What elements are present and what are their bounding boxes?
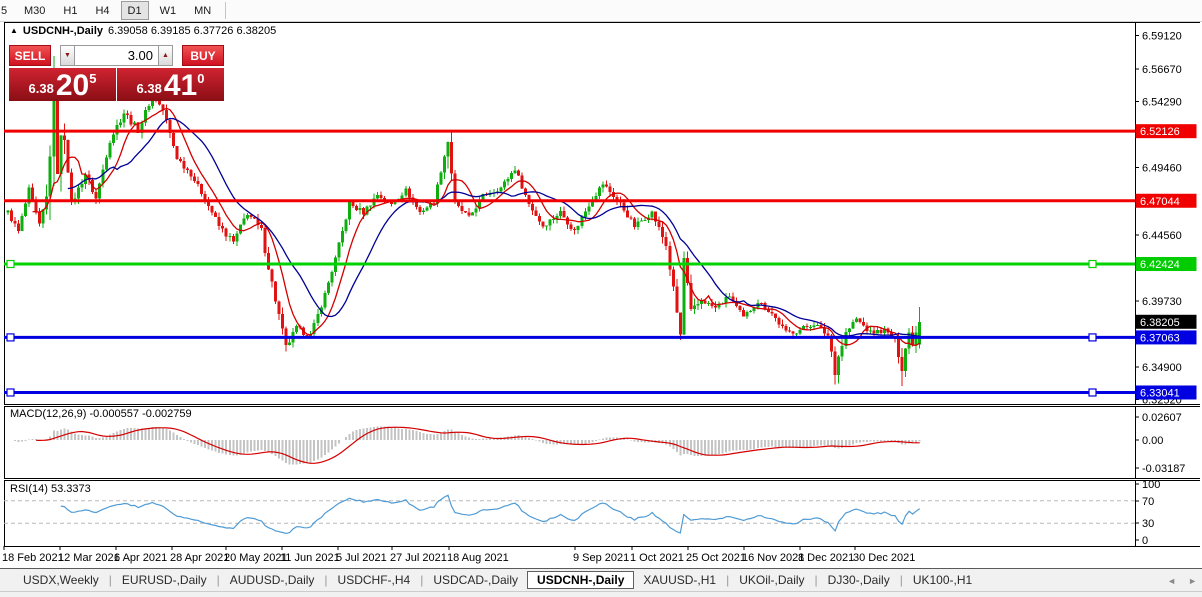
tab-eurusd-daily[interactable]: EURUSD-,Daily (113, 571, 216, 589)
svg-text:6.49460: 6.49460 (1142, 163, 1182, 175)
svg-text:-0.03187: -0.03187 (1142, 463, 1185, 475)
sell-price-pip: 5 (89, 71, 97, 86)
tab-usdx-weekly[interactable]: USDX,Weekly (14, 571, 108, 589)
collapse-panel-icon[interactable]: ▲ (10, 27, 18, 35)
tab-usdcnh-daily[interactable]: USDCNH-,Daily (527, 571, 635, 589)
buy-price-pip: 0 (197, 71, 205, 86)
svg-text:6.52126: 6.52126 (1140, 126, 1180, 138)
svg-text:5 Jul 2021: 5 Jul 2021 (336, 552, 387, 564)
svg-text:6.37063: 6.37063 (1140, 332, 1180, 344)
status-strip (0, 591, 1202, 597)
svg-text:16 Nov 2021: 16 Nov 2021 (742, 552, 804, 564)
tab-scroll-left-icon[interactable]: ◄ (1167, 576, 1176, 586)
svg-text:6.42424: 6.42424 (1140, 259, 1180, 271)
svg-text:11 Jun 2021: 11 Jun 2021 (280, 552, 340, 564)
svg-text:18 Aug 2021: 18 Aug 2021 (447, 552, 509, 564)
svg-text:20 May 2021: 20 May 2021 (224, 552, 288, 564)
macd-indicator-label: MACD(12,26,9) -0.000557 -0.002759 (10, 408, 192, 420)
svg-text:6.38205: 6.38205 (1140, 317, 1180, 329)
svg-text:30 Dec 2021: 30 Dec 2021 (853, 552, 915, 564)
svg-text:70: 70 (1142, 496, 1154, 508)
tab-scroll-controls: ◄ ► (1167, 569, 1197, 592)
one-click-trading-panel: SELL ▼ 3.00 ▲ BUY 6.38 20 5 6.38 41 0 (9, 45, 224, 101)
tab-uk100-h1[interactable]: UK100-,H1 (904, 571, 981, 589)
tab-ukoil-daily[interactable]: UKOil-,Daily (730, 571, 813, 589)
svg-text:6.56670: 6.56670 (1142, 64, 1182, 76)
svg-text:30: 30 (1142, 518, 1154, 530)
buy-price-main: 41 (163, 69, 198, 102)
chart-header: ▲ USDCNH-,Daily 6.39058 6.39185 6.37726 … (10, 25, 276, 37)
sell-price-prefix: 6.38 (28, 81, 54, 96)
svg-text:28 Apr 2021: 28 Apr 2021 (170, 552, 229, 564)
svg-text:0: 0 (1142, 535, 1148, 547)
svg-text:6.33041: 6.33041 (1140, 387, 1180, 399)
svg-text:12 Mar 2021: 12 Mar 2021 (58, 552, 120, 564)
tab-usdchf-h4[interactable]: USDCHF-,H4 (329, 571, 420, 589)
svg-text:25 Oct 2021: 25 Oct 2021 (686, 552, 746, 564)
tab-usdcad-daily[interactable]: USDCAD-,Daily (424, 571, 527, 589)
tab-audusd-daily[interactable]: AUDUSD-,Daily (221, 571, 324, 589)
chart-ohlc-values: 6.39058 6.39185 6.37726 6.38205 (108, 25, 277, 37)
sell-price-button[interactable]: 6.38 20 5 (9, 68, 116, 101)
chart-symbol-period: USDCNH-,Daily (22, 25, 103, 37)
svg-text:1 Oct 2021: 1 Oct 2021 (630, 552, 684, 564)
tab-dj30-daily[interactable]: DJ30-,Daily (819, 571, 899, 589)
svg-text:0.00: 0.00 (1142, 435, 1163, 447)
volume-input[interactable]: 3.00 (75, 45, 158, 66)
buy-button[interactable]: BUY (182, 45, 224, 66)
rsi-indicator-label: RSI(14) 53.3373 (10, 483, 91, 495)
trading-terminal-window: 5 M30 H1 H4 D1 W1 MN 6.59120 6.56670 6.54290 6.49… (0, 0, 1202, 597)
svg-text:0.02607: 0.02607 (1142, 412, 1182, 424)
svg-text:6.44560: 6.44560 (1142, 230, 1182, 242)
svg-text:100: 100 (1142, 479, 1160, 491)
svg-text:6.39730: 6.39730 (1142, 296, 1182, 308)
volume-increase-icon[interactable]: ▲ (158, 45, 173, 66)
svg-text:6.34900: 6.34900 (1142, 362, 1182, 374)
svg-text:6.59120: 6.59120 (1142, 30, 1182, 42)
svg-text:6.54290: 6.54290 (1142, 97, 1182, 109)
svg-text:18 Feb 2021: 18 Feb 2021 (2, 552, 64, 564)
svg-text:6.47044: 6.47044 (1140, 196, 1180, 208)
sell-button[interactable]: SELL (9, 45, 51, 66)
tab-xauusd-h1[interactable]: XAUUSD-,H1 (634, 571, 725, 589)
svg-text:8 Dec 2021: 8 Dec 2021 (798, 552, 854, 564)
svg-text:9 Sep 2021: 9 Sep 2021 (573, 552, 629, 564)
volume-decrease-icon[interactable]: ▼ (60, 45, 75, 66)
tab-scroll-right-icon[interactable]: ► (1188, 576, 1197, 586)
svg-text:6 Apr 2021: 6 Apr 2021 (114, 552, 167, 564)
volume-spinner: ▼ 3.00 ▲ (60, 45, 173, 66)
svg-text:27 Jul 2021: 27 Jul 2021 (390, 552, 447, 564)
buy-price-prefix: 6.38 (136, 81, 162, 96)
chart-tab-bar: USDX,Weekly | EURUSD-,Daily | AUDUSD-,Daily |… (0, 568, 1202, 591)
buy-price-button[interactable]: 6.38 41 0 (117, 68, 224, 101)
sell-price-main: 20 (55, 69, 90, 102)
